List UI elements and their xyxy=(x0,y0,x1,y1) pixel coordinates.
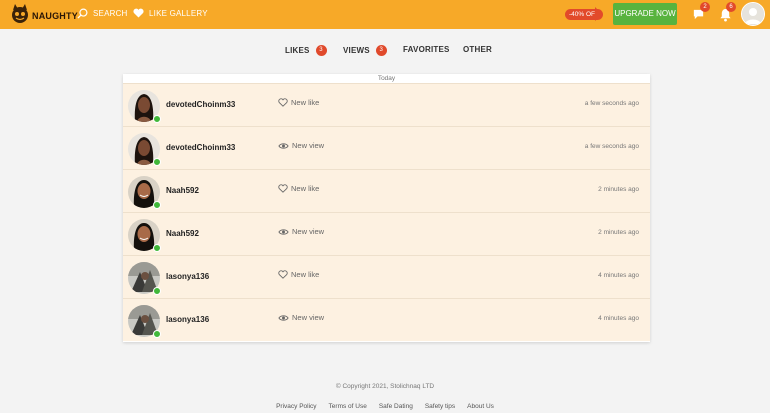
search-icon xyxy=(77,8,88,19)
timestamp: a few seconds ago xyxy=(584,100,639,107)
copyright-text: © Copyright 2021, Stolichnaq LTD xyxy=(335,383,435,390)
heart-icon xyxy=(278,98,288,107)
like-gallery-nav-link[interactable]: LIKE GALLERY xyxy=(133,8,208,18)
logo[interactable]: NAUGHTY xyxy=(9,3,78,25)
safe-dating-link[interactable]: Safe Dating xyxy=(379,403,413,410)
username[interactable]: Naah592 xyxy=(166,229,199,238)
user-avatar-icon xyxy=(742,3,764,25)
activity-row[interactable]: Naah592 New like 2 minutes ago xyxy=(123,169,650,212)
search-nav-label: SEARCH xyxy=(93,9,128,18)
eye-icon xyxy=(278,314,289,321)
notifications-count-badge: 6 xyxy=(726,2,736,12)
event-text: New like xyxy=(291,270,320,279)
terms-of-use-link[interactable]: Terms of Use xyxy=(329,403,367,410)
online-status-dot xyxy=(153,115,161,123)
timestamp: 2 minutes ago xyxy=(598,186,639,193)
event-text: New like xyxy=(291,184,320,193)
tab-views[interactable]: VIEWS 3 xyxy=(343,45,387,56)
tab-other-label: OTHER xyxy=(463,45,492,54)
tab-other[interactable]: OTHER xyxy=(463,45,492,54)
event-label: New like xyxy=(278,184,319,193)
activity-row[interactable]: Naah592 New view 2 minutes ago xyxy=(123,212,650,255)
top-bar: NAUGHTY SEARCH LIKE GALLERY -40% OFF UPG… xyxy=(0,0,770,29)
activity-row[interactable]: lasonya136 New view 4 minutes ago xyxy=(123,298,650,341)
event-label: New view xyxy=(278,141,324,150)
online-status-dot xyxy=(153,330,161,338)
tab-likes[interactable]: LIKES 3 xyxy=(285,45,327,56)
username[interactable]: devotedChoinm33 xyxy=(166,143,235,152)
search-nav-link[interactable]: SEARCH xyxy=(77,8,128,19)
heart-icon xyxy=(278,184,288,193)
tab-favorites-label: FAVORITES xyxy=(403,45,450,54)
about-us-link[interactable]: About Us xyxy=(467,403,494,410)
eye-icon xyxy=(278,142,289,149)
online-status-dot xyxy=(153,201,161,209)
eye-icon xyxy=(278,228,289,235)
messages-button[interactable]: 2 xyxy=(692,2,710,26)
heart-icon xyxy=(133,8,144,18)
username[interactable]: lasonya136 xyxy=(166,272,209,281)
tab-likes-label: LIKES xyxy=(285,46,310,55)
timestamp: 4 minutes ago xyxy=(598,315,639,322)
event-label: New like xyxy=(278,270,319,279)
activity-row[interactable]: devotedChoinm33 New like a few seconds a… xyxy=(123,83,650,126)
online-status-dot xyxy=(153,244,161,252)
timestamp: 4 minutes ago xyxy=(598,272,639,279)
profile-avatar[interactable] xyxy=(741,2,765,26)
upgrade-now-button[interactable]: UPGRADE NOW xyxy=(613,3,677,25)
activity-row[interactable]: lasonya136 New like 4 minutes ago xyxy=(123,255,650,298)
event-label: New view xyxy=(278,227,324,236)
username[interactable]: Naah592 xyxy=(166,186,199,195)
event-text: New like xyxy=(291,98,320,107)
event-label: New like xyxy=(278,98,319,107)
tab-likes-count: 3 xyxy=(315,45,327,56)
cat-logo-icon xyxy=(12,4,28,23)
logo-text: NAUGHTY xyxy=(32,11,78,21)
event-label: New view xyxy=(278,313,324,322)
safety-tips-link[interactable]: Safety tips xyxy=(425,403,455,410)
like-gallery-nav-label: LIKE GALLERY xyxy=(149,8,208,18)
discount-arrow xyxy=(595,7,602,21)
tab-favorites[interactable]: FAVORITES xyxy=(403,45,450,54)
heart-icon xyxy=(278,270,288,279)
footer-links: Privacy Policy Terms of Use Safe Dating … xyxy=(0,403,770,410)
activity-row[interactable]: devotedChoinm33 New view a few seconds a… xyxy=(123,126,650,169)
event-text: New view xyxy=(292,227,325,236)
timestamp: 2 minutes ago xyxy=(598,229,639,236)
timestamp: a few seconds ago xyxy=(584,143,639,150)
notifications-button[interactable]: 6 xyxy=(719,2,736,27)
username[interactable]: lasonya136 xyxy=(166,315,209,324)
online-status-dot xyxy=(153,158,161,166)
day-header: Today xyxy=(123,74,650,83)
activity-tabs: LIKES 3 VIEWS 3 FAVORITES OTHER xyxy=(0,45,770,59)
tab-views-label: VIEWS xyxy=(343,46,370,55)
tab-views-count: 3 xyxy=(375,45,387,56)
event-text: New view xyxy=(292,141,325,150)
event-text: New view xyxy=(292,313,325,322)
username[interactable]: devotedChoinm33 xyxy=(166,100,235,109)
messages-count-badge: 2 xyxy=(700,2,710,12)
privacy-policy-link[interactable]: Privacy Policy xyxy=(276,403,316,410)
activity-feed: Today devotedChoinm33 New like a few sec… xyxy=(123,74,650,342)
online-status-dot xyxy=(153,287,161,295)
